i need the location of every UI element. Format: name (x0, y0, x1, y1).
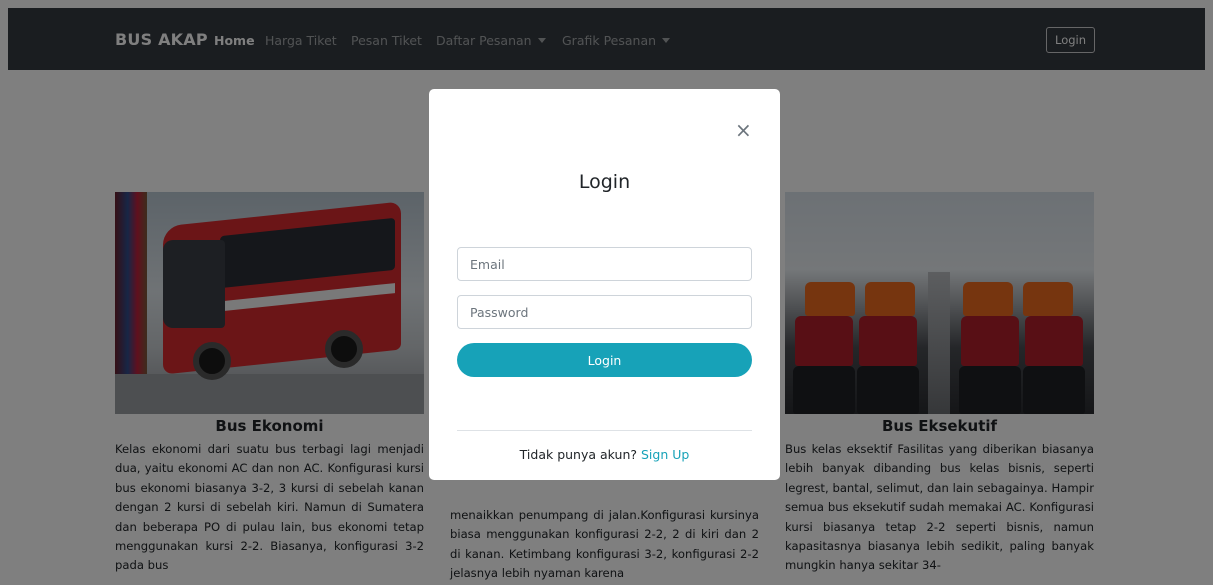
login-modal: × Login Email Password Login Tidak punya… (429, 89, 780, 480)
divider (457, 430, 752, 431)
signup-text: Tidak punya akun? (519, 447, 638, 462)
signup-prompt: Tidak punya akun? Sign Up (429, 447, 780, 462)
password-field[interactable]: Password (457, 295, 752, 329)
login-button[interactable]: Login (457, 343, 752, 377)
close-icon[interactable]: × (735, 120, 752, 140)
modal-title: Login (578, 171, 631, 193)
email-field[interactable]: Email (457, 247, 752, 281)
signup-link[interactable]: Sign Up (641, 447, 689, 462)
